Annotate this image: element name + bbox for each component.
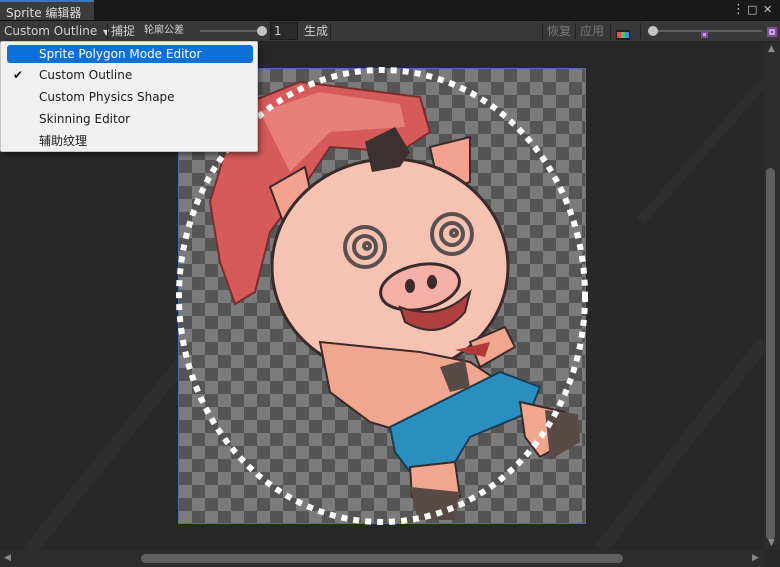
mode-dropdown-label: Custom Outline bbox=[4, 24, 98, 38]
revert-button[interactable]: 恢复 bbox=[547, 21, 571, 41]
vertical-scrollbar-thumb[interactable] bbox=[766, 168, 775, 540]
toolbar-divider bbox=[640, 23, 641, 39]
menu-item-label: Custom Physics Shape bbox=[39, 90, 175, 104]
editor-tab-label: Sprite 编辑器 bbox=[6, 6, 82, 20]
window-menu-icon[interactable]: ⋮ bbox=[732, 1, 745, 19]
menu-item-label: Skinning Editor bbox=[39, 112, 130, 126]
menu-item-custom-physics-shape[interactable]: Custom Physics Shape bbox=[3, 88, 255, 106]
editor-tab[interactable]: Sprite 编辑器 bbox=[0, 0, 94, 20]
toolbar-divider bbox=[107, 23, 108, 39]
generate-button[interactable]: 生成 bbox=[304, 21, 328, 41]
maximize-icon[interactable]: □ bbox=[747, 1, 757, 19]
toolbar-divider bbox=[575, 23, 576, 39]
toolbar-divider bbox=[610, 23, 611, 39]
menu-item-label: Sprite Polygon Mode Editor bbox=[39, 47, 202, 61]
menu-item-skinning-editor[interactable]: Skinning Editor bbox=[3, 110, 255, 128]
zoom-slider-knob[interactable] bbox=[648, 26, 658, 36]
snap-button[interactable]: 捕捉 bbox=[111, 21, 135, 41]
scroll-down-icon[interactable]: ▼ bbox=[768, 538, 775, 548]
tolerance-slider-knob[interactable] bbox=[257, 26, 267, 36]
tolerance-label: 轮廓公差 bbox=[144, 25, 184, 36]
mode-dropdown-menu: Sprite Polygon Mode Editor ✔ Custom Outl… bbox=[0, 41, 258, 152]
menu-item-secondary-textures[interactable]: 辅助纹理 bbox=[3, 132, 255, 150]
horizontal-scrollbar-thumb[interactable] bbox=[141, 554, 623, 563]
scroll-left-icon[interactable]: ◀ bbox=[4, 553, 11, 563]
mip-small-icon bbox=[700, 25, 709, 38]
window-titlebar: Sprite 编辑器 ⋮ □ ✕ bbox=[0, 0, 780, 21]
close-icon[interactable]: ✕ bbox=[763, 1, 772, 19]
scroll-up-icon[interactable]: ▲ bbox=[768, 44, 775, 54]
menu-item-custom-outline[interactable]: ✔ Custom Outline bbox=[3, 66, 255, 84]
mip-large-icon bbox=[766, 24, 778, 38]
apply-button[interactable]: 应用 bbox=[580, 21, 604, 41]
menu-item-label: 辅助纹理 bbox=[39, 134, 88, 148]
scroll-right-icon[interactable]: ▶ bbox=[752, 553, 759, 563]
mode-dropdown[interactable]: Custom Outline ▼ bbox=[4, 21, 109, 41]
tolerance-slider-track[interactable] bbox=[200, 30, 262, 32]
toolbar-divider bbox=[542, 23, 543, 39]
menu-item-sprite-polygon-mode-editor[interactable]: Sprite Polygon Mode Editor bbox=[7, 45, 253, 63]
editor-toolbar: Custom Outline ▼ 捕捉 轮廓公差 1 生成 恢复 应用 bbox=[0, 21, 780, 42]
checkmark-icon: ✔ bbox=[13, 68, 24, 82]
toolbar-divider bbox=[330, 23, 331, 39]
tolerance-input[interactable]: 1 bbox=[270, 22, 298, 40]
menu-item-label: Custom Outline bbox=[39, 68, 133, 82]
color-channels-icon[interactable] bbox=[616, 26, 630, 40]
